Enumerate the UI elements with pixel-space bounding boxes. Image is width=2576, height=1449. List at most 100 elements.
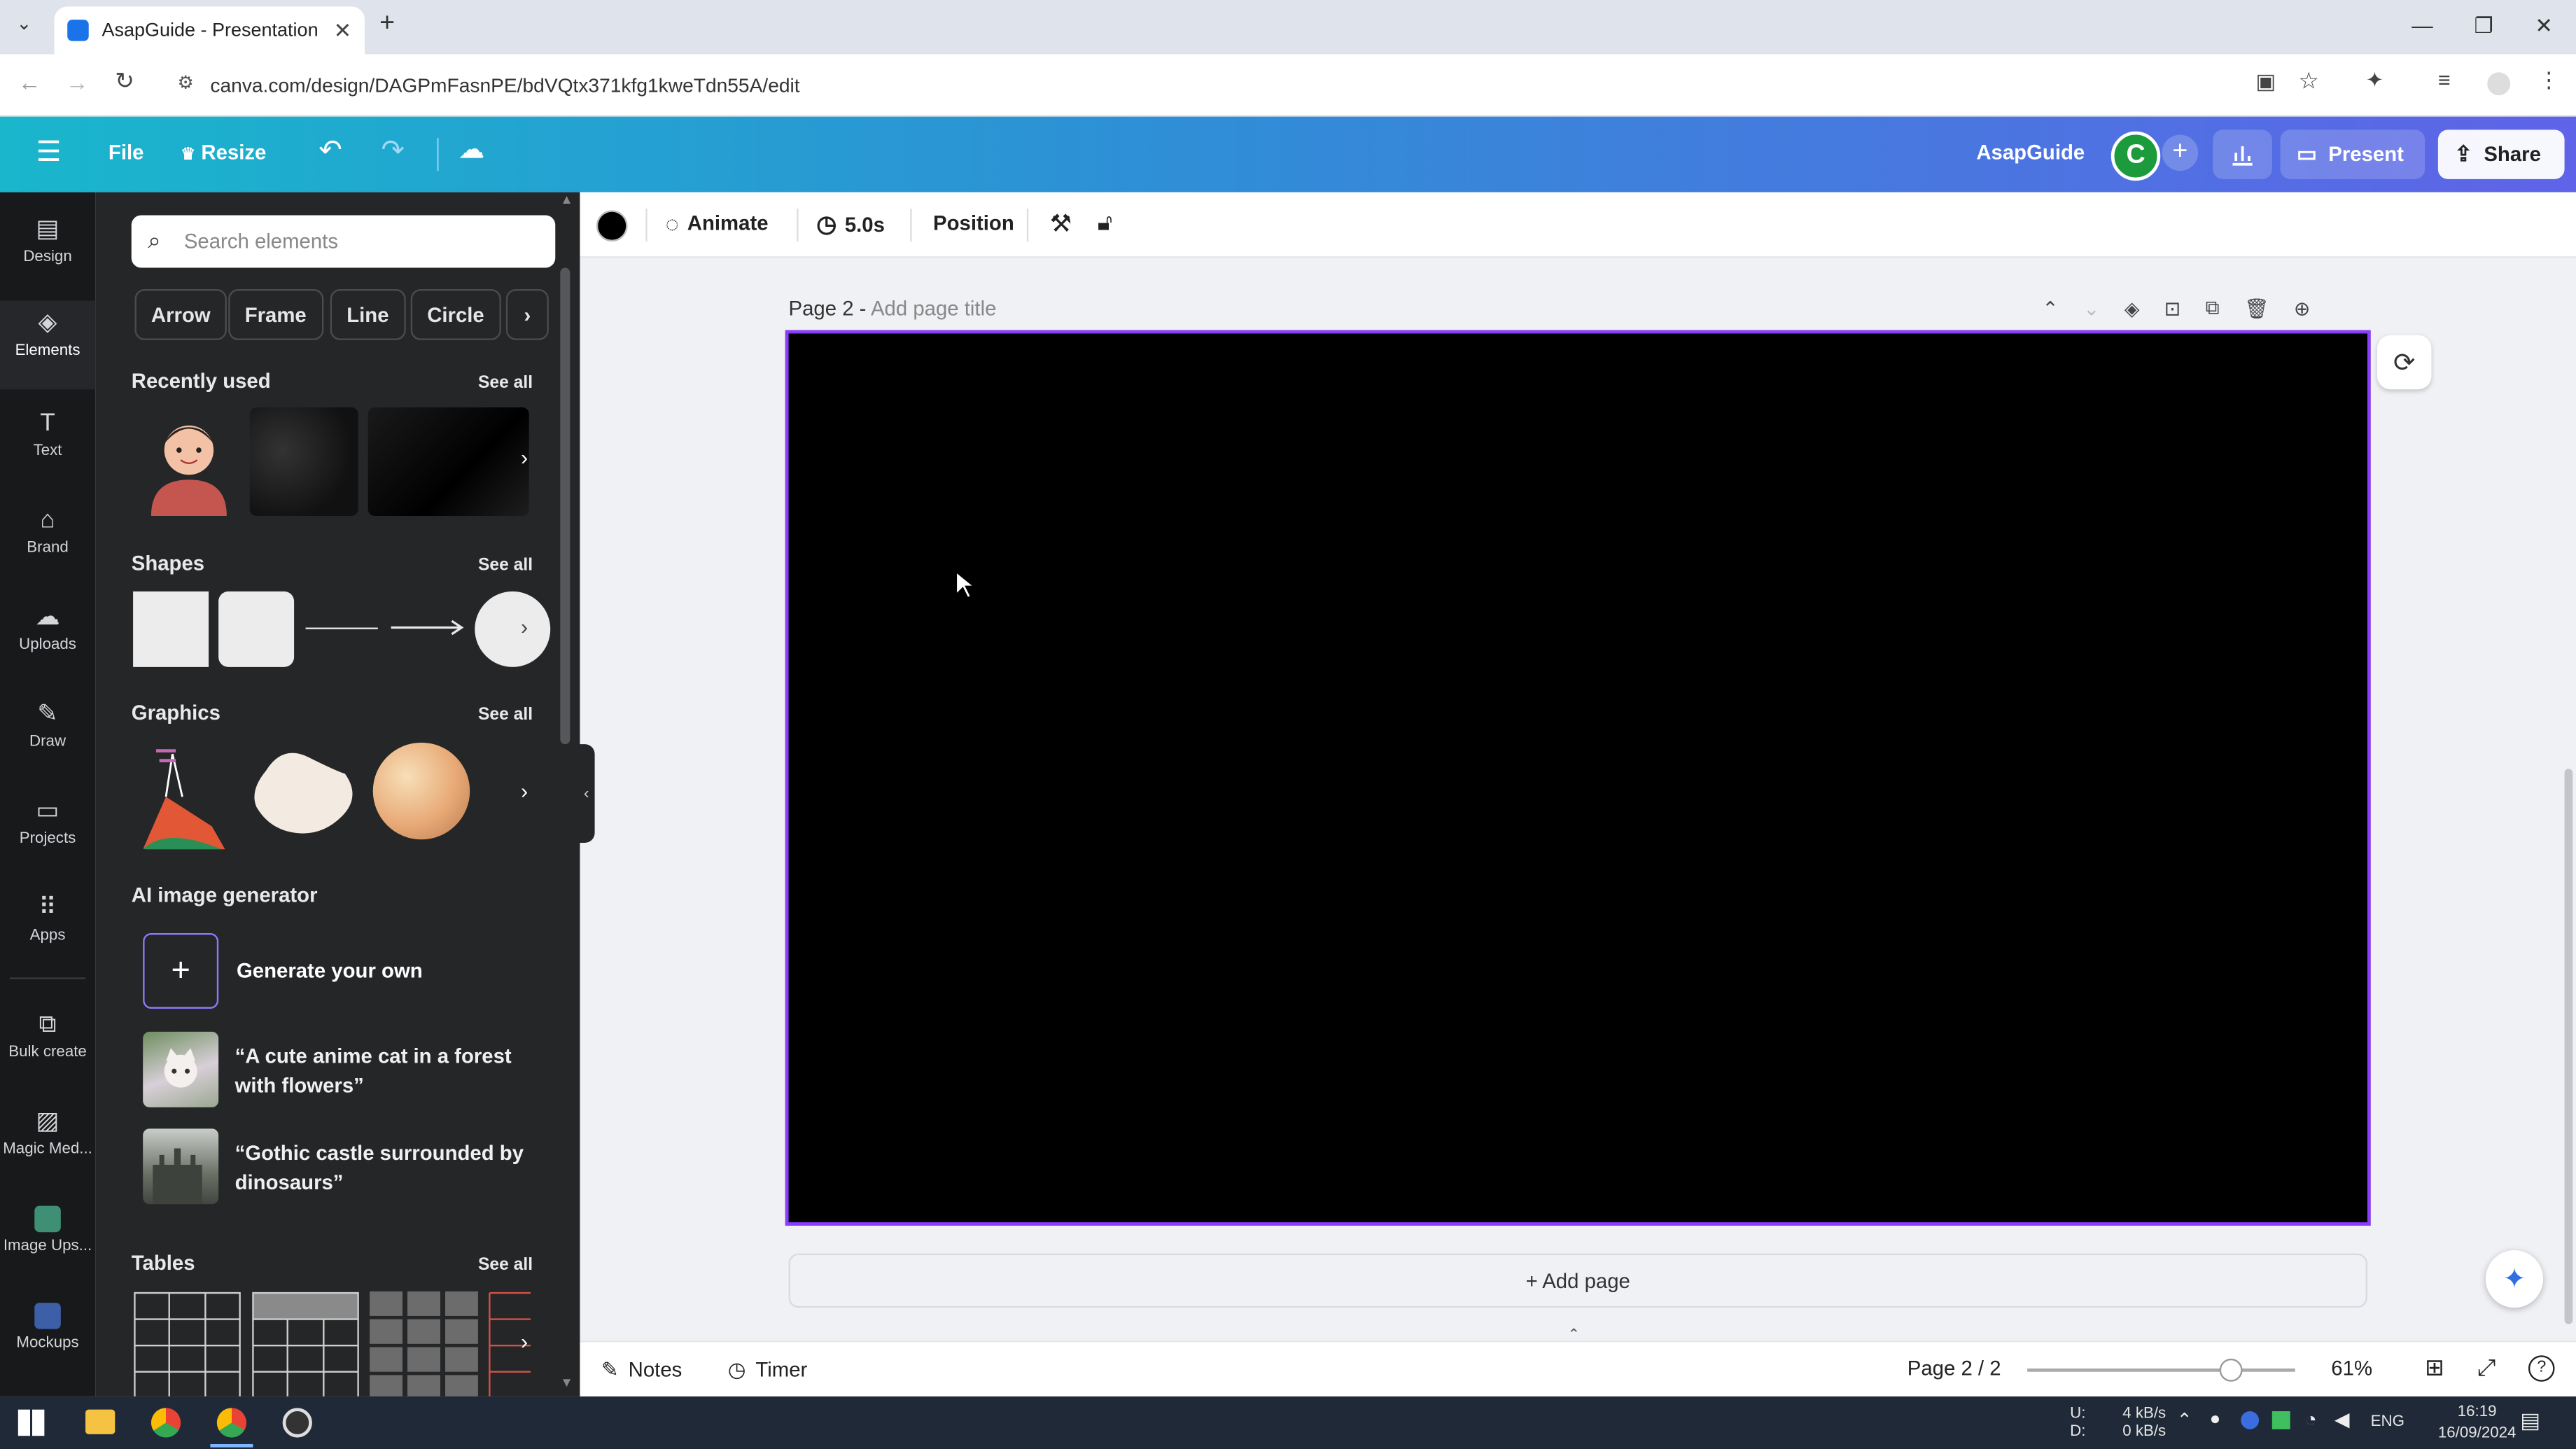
paint-format-icon[interactable]: ⚒ [1050, 209, 1072, 238]
grid-view-icon[interactable]: ⊞ [2425, 1354, 2444, 1382]
table-thumbnail-header[interactable] [251, 1292, 360, 1396]
rail-item-magic-media[interactable]: ▨ Magic Med... [0, 1099, 95, 1188]
magic-assistant-button[interactable]: ✦ [2485, 1250, 2544, 1308]
shapes-next-icon[interactable]: › [521, 615, 528, 639]
avatar[interactable]: C [2110, 131, 2161, 181]
animate-button[interactable]: ◌ Animate [666, 210, 769, 237]
rail-item-image-upscaler[interactable]: Image Ups... [0, 1196, 95, 1285]
file-menu[interactable]: File [108, 141, 144, 164]
resize-button[interactable]: ♛ Resize [181, 141, 266, 164]
scroll-up-icon[interactable]: ▲ [560, 192, 573, 207]
browser-tab[interactable]: AsapGuide - Presentation ✕ [54, 6, 365, 55]
notifications-icon[interactable]: ▤ [2520, 1408, 2540, 1434]
recent-next-icon[interactable]: › [521, 445, 528, 470]
present-button[interactable]: ▭ Present [2280, 130, 2426, 179]
recent-avatar-thumbnail[interactable] [134, 407, 243, 516]
profile-icon[interactable] [2487, 72, 2511, 96]
extensions-icon[interactable]: ✦ [2366, 67, 2384, 94]
chip-arrow[interactable]: Arrow [134, 289, 227, 340]
forward-icon[interactable]: → [66, 69, 89, 96]
url-field[interactable]: ⚙ canva.com/design/DAGPmFasnPE/bdVQtx371… [164, 62, 2300, 108]
refresh-page-button[interactable]: ⟳ [2377, 335, 2432, 390]
close-tab-icon[interactable]: ✕ [334, 18, 352, 44]
rail-item-brand[interactable]: ⌂ Brand [0, 498, 95, 587]
hamburger-icon[interactable]: ☰ [36, 136, 62, 169]
hide-page-icon[interactable]: ◈ [2124, 297, 2140, 320]
insights-button[interactable] [2213, 130, 2272, 179]
page-counter[interactable]: Page 2 / 2 [1907, 1357, 2001, 1380]
add-collaborator-icon[interactable]: + [2162, 134, 2199, 172]
chip-line[interactable]: Line [330, 289, 405, 340]
page-title-input[interactable]: Add page title [871, 298, 996, 321]
prompt-cat[interactable]: “A cute anime cat in a forest with flowe… [235, 1042, 512, 1100]
reload-icon[interactable]: ↻ [115, 67, 134, 95]
show-pages-toggle[interactable]: ⌃ [1525, 1326, 1623, 1342]
browser-menu-icon[interactable]: ⋮ [2538, 67, 2560, 94]
file-explorer-icon[interactable] [85, 1409, 115, 1434]
rounded-square-shape[interactable] [218, 591, 295, 667]
tray-chevron-icon[interactable]: ⌃ [2177, 1410, 2192, 1431]
language-indicator[interactable]: ENG [2371, 1413, 2404, 1431]
site-info-icon[interactable]: ⚙ [177, 72, 193, 94]
collapse-panel-button[interactable]: ‹ [578, 744, 595, 843]
move-page-up-icon[interactable]: ⌃ [2042, 297, 2059, 320]
zoom-slider-handle[interactable] [2220, 1358, 2244, 1382]
rail-item-bulk-create[interactable]: ⧉ Bulk create [0, 1002, 95, 1091]
obs-icon[interactable] [282, 1408, 312, 1438]
anime-cat-thumbnail[interactable] [143, 1031, 219, 1107]
see-all-recent[interactable]: See all [478, 373, 533, 393]
duration-button[interactable]: ◷ 5.0s [816, 210, 885, 238]
bookmark-star-icon[interactable]: ☆ [2298, 67, 2318, 95]
square-shape[interactable] [133, 591, 209, 667]
tab-list-dropdown-icon[interactable]: ⌄ [16, 13, 31, 34]
move-page-down-icon[interactable]: ⌄ [2083, 297, 2100, 320]
generate-your-own-button[interactable]: + Generate your own [143, 933, 521, 1009]
duplicate-page-icon[interactable]: ⧉ [2206, 295, 2220, 320]
zoom-level[interactable]: 61% [2331, 1357, 2372, 1380]
graphics-next-icon[interactable]: › [521, 778, 528, 803]
rail-item-text[interactable]: T Text [0, 401, 95, 490]
rail-item-uploads[interactable]: ☁ Uploads [0, 595, 95, 684]
tables-next-icon[interactable]: › [521, 1329, 528, 1354]
chip-frame[interactable]: Frame [228, 289, 323, 340]
table-thumbnail-plain[interactable] [133, 1292, 241, 1396]
minimize-icon[interactable]: — [2412, 13, 2433, 38]
rail-item-mockups[interactable]: Mockups [0, 1293, 95, 1382]
add-page-icon[interactable]: ⊕ [2294, 297, 2311, 320]
see-all-tables[interactable]: See all [478, 1255, 533, 1275]
see-all-shapes[interactable]: See all [478, 555, 533, 575]
lock-page-icon[interactable]: ⊡ [2164, 297, 2181, 320]
share-button[interactable]: ⇪ Share [2437, 130, 2565, 179]
rail-item-elements[interactable]: ◈ Elements [0, 300, 96, 390]
see-all-graphics[interactable]: See all [478, 705, 533, 724]
panel-scrollbar[interactable] [560, 267, 570, 745]
new-tab-icon[interactable]: + [379, 10, 395, 39]
restore-icon[interactable]: ❐ [2474, 13, 2493, 40]
line-shape[interactable] [305, 627, 378, 629]
graphic-plant-thumbnail[interactable] [139, 741, 231, 850]
wifi-icon[interactable]: ◔ [2305, 1408, 2317, 1431]
back-icon[interactable]: ← [18, 69, 41, 96]
chip-circle[interactable]: Circle [410, 289, 501, 340]
rail-item-apps[interactable]: ⠿ Apps [0, 886, 95, 974]
canvas-scrollbar[interactable] [2564, 769, 2573, 1324]
rail-item-projects[interactable]: ▭ Projects [0, 789, 95, 878]
scroll-down-icon[interactable]: ▼ [560, 1375, 573, 1390]
circle-shape[interactable] [475, 591, 551, 667]
lock-icon[interactable]: 🔓︎ [1098, 209, 1112, 237]
graphic-sphere-thumbnail[interactable] [372, 742, 470, 840]
fullscreen-icon[interactable]: ⤢ [2477, 1354, 2496, 1382]
project-name[interactable]: AsapGuide [1976, 141, 2085, 164]
windows-start-icon[interactable] [18, 1409, 45, 1436]
cloud-save-icon[interactable]: ☁ [458, 133, 485, 166]
zoom-slider[interactable] [2027, 1358, 2295, 1382]
add-page-button[interactable]: + Add page [788, 1253, 2367, 1308]
volume-icon[interactable]: ◀ [2334, 1408, 2350, 1431]
prompt-castle[interactable]: “Gothic castle surrounded by dinosaurs” [235, 1138, 524, 1197]
arrow-line-shape[interactable] [391, 616, 467, 639]
microphone-icon[interactable]: ● [2210, 1410, 2221, 1429]
chrome-icon[interactable] [150, 1408, 181, 1438]
media-icon[interactable]: ≡ [2438, 67, 2451, 92]
table-thumbnail-filled[interactable] [370, 1291, 478, 1396]
cast-icon[interactable]: ▣ [2255, 69, 2276, 96]
